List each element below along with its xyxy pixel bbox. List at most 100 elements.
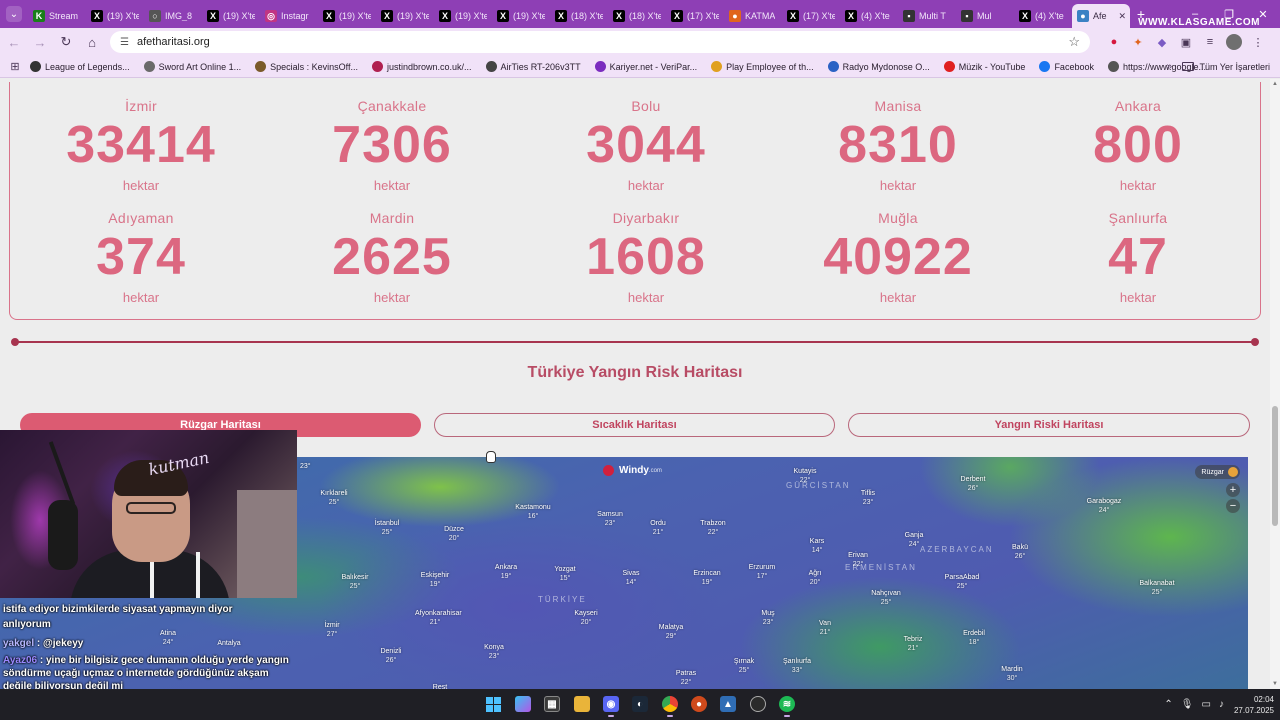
file-explorer-icon[interactable] (574, 696, 590, 712)
all-bookmarks-button[interactable]: Tüm Yer İşaretleri (1182, 62, 1270, 72)
puzzle-icon[interactable]: ▣ (1174, 31, 1198, 53)
steam-icon[interactable]: ◐ (632, 696, 648, 712)
map-city-label: Eskişehir 19° (415, 571, 455, 589)
map-city-temp: 19° (429, 581, 441, 588)
extension-icon[interactable]: ● (1102, 31, 1126, 53)
map-city-label: Patras 22° (666, 669, 706, 687)
map-city-label: Tebriz 21° (893, 635, 933, 653)
address-bar[interactable]: ☰ afetharitasi.org ☆ (110, 31, 1090, 53)
bookmark-star-icon[interactable]: ☆ (1068, 34, 1080, 50)
zoom-in-button[interactable]: + (1226, 483, 1240, 497)
microphone-icon[interactable]: 🎙 (1181, 699, 1194, 710)
tab-title: (4) X'te (861, 11, 890, 21)
volume-icon[interactable]: ♪ (1219, 699, 1224, 710)
browser-tab[interactable]: X (19) X'te (86, 4, 144, 28)
network-icon[interactable]: ▭ (1202, 699, 1211, 710)
browser-tab[interactable]: X (4) X'te (840, 4, 898, 28)
tab-title: (18) X'te (571, 11, 603, 21)
tab-search-button[interactable]: ⌄ (0, 0, 28, 28)
extension-icon[interactable]: ◆ (1150, 31, 1174, 53)
tab-title: (19) X'te (107, 11, 139, 21)
browser-tab[interactable]: X (19) X'te (376, 4, 434, 28)
stream-chat-overlay: istifa ediyor bizimkilerde siyasat yapma… (0, 598, 297, 689)
site-info-icon[interactable]: ☰ (120, 37, 129, 48)
scroll-down-arrow[interactable]: ▼ (1270, 681, 1280, 687)
windy-logo-icon (603, 465, 614, 476)
apps-grid-icon[interactable]: ⊞ (0, 60, 30, 73)
browser-tab[interactable]: ● Afe ✕ (1072, 4, 1130, 28)
clock-date: 27.07.2025 (1233, 705, 1274, 715)
browser-tab[interactable]: K Stream (28, 4, 86, 28)
tab-title: (4) X'te (1035, 11, 1064, 21)
windows-start-icon[interactable] (486, 697, 501, 712)
bookmark-item[interactable]: Specials : KevinsOff... (255, 61, 358, 72)
stat-value: 3044 (586, 116, 706, 174)
map-tab-temperature[interactable]: Sıcaklık Haritası (434, 413, 835, 437)
browser-tab[interactable]: ○ IMG_8 (144, 4, 202, 28)
reload-button[interactable]: ↻ (54, 30, 78, 54)
browser-tab[interactable]: X (18) X'te (608, 4, 666, 28)
browser-tab[interactable]: X (18) X'te (550, 4, 608, 28)
spotify-icon[interactable]: ≋ (779, 696, 795, 717)
bookmark-item[interactable]: Play Employee of th... (711, 61, 814, 72)
all-bookmarks-label: Tüm Yer İşaretleri (1199, 61, 1270, 72)
scrollbar-thumb[interactable] (1272, 406, 1278, 526)
bookmark-item[interactable]: justindbrown.co.uk/... (372, 61, 472, 72)
bookmarks-overflow-icon[interactable]: » (1166, 61, 1172, 72)
browser-tab[interactable]: X (17) X'te (666, 4, 724, 28)
discord-icon[interactable]: ◉ (603, 696, 619, 717)
app-icon[interactable] (750, 696, 766, 712)
forward-button[interactable]: → (28, 30, 52, 54)
store-icon[interactable]: ▦ (544, 696, 560, 712)
copilot-icon[interactable] (515, 696, 531, 712)
bookmark-item[interactable]: Müzik - YouTube (943, 61, 1025, 72)
layer-selector[interactable]: Rüzgar (1195, 465, 1240, 479)
map-city-name: Kırklareli (320, 490, 348, 497)
stat-item: Şanlıurfa 47 hektar (1018, 210, 1258, 305)
extension-icon[interactable]: ✦ (1126, 31, 1150, 53)
browser-tab[interactable]: X (17) X'te (782, 4, 840, 28)
tab-favicon-icon: X (845, 10, 857, 22)
maximize-button[interactable]: ❐ (1212, 8, 1246, 21)
obs-icon[interactable]: ● (691, 696, 707, 712)
minimize-button[interactable]: – (1178, 8, 1212, 20)
browser-tab[interactable]: X (19) X'te (492, 4, 550, 28)
windy-logo[interactable]: Windy .com (603, 465, 662, 476)
zoom-out-button[interactable]: − (1226, 499, 1240, 513)
chevron-up-icon[interactable]: ⌃ (1164, 699, 1172, 710)
bookmark-item[interactable]: League of Legends... (30, 61, 130, 72)
browser-tab[interactable]: ▪ Multi T (898, 4, 956, 28)
bookmark-item[interactable]: Kariyer.net - VeriPar... (594, 61, 697, 72)
browser-tab[interactable]: X (19) X'te (318, 4, 376, 28)
map-city-temp: 17° (756, 573, 768, 580)
system-tray: ⌃ 🎙 ▭ ♪ 02:04 27.07.2025 (1160, 689, 1274, 720)
map-city-name: Tebriz (903, 636, 923, 643)
bookmark-item[interactable]: Sword Art Online 1... (143, 61, 241, 72)
bookmark-item[interactable]: Radyo Mydonose O... (827, 61, 930, 72)
back-button[interactable]: ← (2, 30, 26, 54)
close-tab-icon[interactable]: ✕ (1118, 11, 1126, 22)
browser-tab[interactable]: ▪ Mul (956, 4, 1014, 28)
scroll-up-arrow[interactable]: ▲ (1270, 81, 1280, 87)
map-city-label: Kars 14° (797, 537, 837, 555)
kebab-menu-icon[interactable]: ⋮ (1246, 31, 1270, 53)
system-clock[interactable]: 02:04 27.07.2025 (1234, 694, 1274, 716)
browser-tab[interactable]: ◎ Instagr (260, 4, 318, 28)
photos-icon[interactable]: ▲ (720, 696, 736, 712)
bookmark-item[interactable]: Facebook (1039, 61, 1094, 72)
map-tab-fire-risk[interactable]: Yangın Riski Haritası (848, 413, 1250, 437)
reading-list-icon[interactable]: ≡ (1198, 31, 1222, 53)
browser-tab[interactable]: X (19) X'te (434, 4, 492, 28)
browser-tab[interactable]: ● KATMA (724, 4, 782, 28)
browser-tab[interactable]: X (19) X'te (202, 4, 260, 28)
home-button[interactable]: ⌂ (80, 30, 104, 54)
page-scrollbar[interactable]: ▲ ▼ (1270, 79, 1280, 689)
profile-avatar[interactable] (1226, 34, 1242, 50)
close-window-button[interactable]: ✕ (1246, 8, 1280, 21)
tab-favicon-icon: X (1019, 10, 1031, 22)
bookmark-item[interactable]: AirTies RT-206v3TT (485, 61, 581, 72)
chrome-icon[interactable] (662, 696, 678, 717)
browser-tab[interactable]: X (4) X'te (1014, 4, 1072, 28)
layer-label: Rüzgar (1201, 468, 1224, 476)
bookmark-favicon-icon (30, 61, 41, 72)
